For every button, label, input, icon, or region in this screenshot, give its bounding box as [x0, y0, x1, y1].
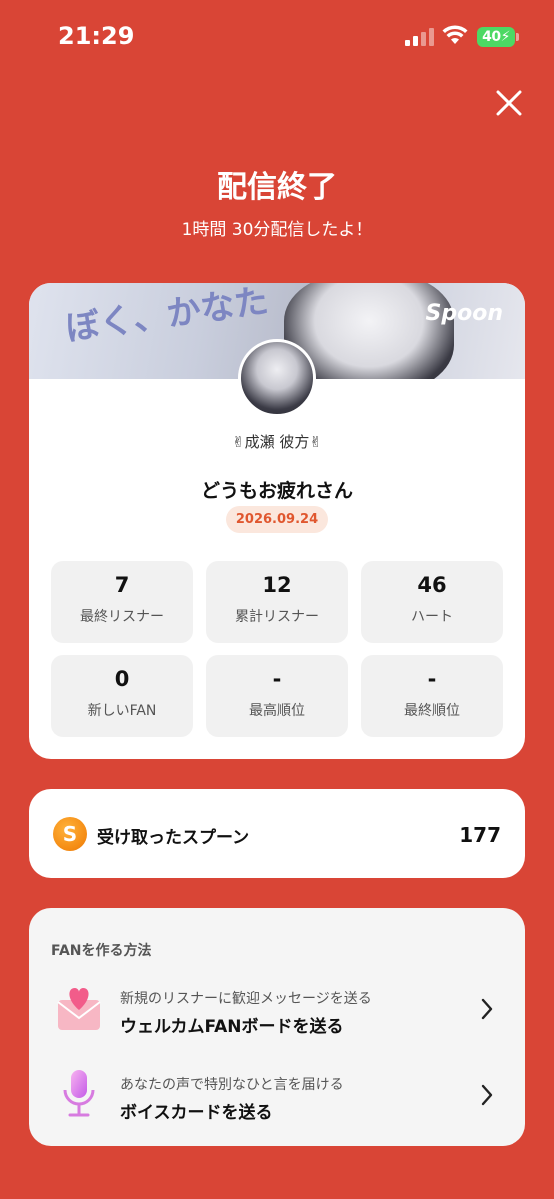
battery-nub	[516, 33, 519, 41]
date-badge: 2026.09.24	[226, 506, 328, 533]
fan-section-title: FANを作る方法	[51, 943, 152, 959]
stats-grid: 7 最終リスナー 12 累計リスナー 46 ハート 0 新しいFAN - 最高順…	[51, 561, 503, 737]
fan-item-description: あなたの声で特別なひと言を届ける	[120, 1077, 344, 1093]
spoon-logo: Spoon	[425, 301, 503, 326]
stat-label: 累計リスナー	[235, 609, 319, 625]
fan-tips-card: FANを作る方法 新規のリスナーに歓迎メッセージを送る ウェルカムFANボードを…	[29, 908, 525, 1146]
fan-item-title: ウェルカムFANボードを送る	[120, 1017, 344, 1037]
stat-value: -	[272, 667, 282, 691]
stat-value: -	[427, 667, 437, 691]
battery-icon: 40 ⚡	[477, 27, 515, 47]
status-bar: 21:29 40 ⚡	[0, 0, 554, 70]
stat-final-rank: - 最終順位	[361, 655, 503, 737]
stat-label: 最終リスナー	[80, 609, 164, 625]
stat-value: 46	[417, 573, 447, 597]
received-spoons-card[interactable]: S 受け取ったスプーン 177	[29, 789, 525, 878]
stat-final-listeners: 7 最終リスナー	[51, 561, 193, 643]
banner-text: ぼく、かなた	[63, 283, 271, 350]
spoon-count: 177	[459, 823, 501, 847]
close-icon[interactable]	[490, 84, 528, 122]
stat-best-rank: - 最高順位	[206, 655, 348, 737]
cellular-signal-icon	[405, 28, 434, 46]
avatar[interactable]	[238, 339, 316, 417]
wifi-icon	[442, 25, 468, 44]
stat-label: 最高順位	[249, 703, 305, 719]
broadcast-summary-card: ぼく、かなた Spoon ✌成瀬 彼方✌ どうもお疲れさん 2026.09.24…	[29, 283, 525, 759]
welcome-fan-board-item[interactable]: 新規のリスナーに歓迎メッセージを送る ウェルカムFANボードを送る	[29, 974, 525, 1044]
stat-new-fans: 0 新しいFAN	[51, 655, 193, 737]
envelope-heart-icon	[57, 988, 101, 1030]
fan-item-description: 新規のリスナーに歓迎メッセージを送る	[120, 991, 372, 1007]
stat-total-listeners: 12 累計リスナー	[206, 561, 348, 643]
stat-label: ハート	[411, 609, 453, 625]
live-title: どうもお疲れさん	[200, 480, 353, 502]
battery-level: 40	[482, 29, 501, 45]
stat-value: 7	[114, 573, 130, 597]
voice-card-item[interactable]: あなたの声で特別なひと言を届ける ボイスカードを送る	[29, 1060, 525, 1130]
chevron-right-icon	[481, 1084, 493, 1106]
spoon-label: 受け取ったスプーン	[97, 828, 250, 848]
spoon-coin-icon: S	[53, 817, 87, 851]
microphone-icon	[63, 1070, 95, 1117]
broadcast-duration: 1時間 30分配信したよ！	[181, 220, 373, 240]
user-name: ✌成瀬 彼方✌	[232, 433, 322, 451]
fan-item-title: ボイスカードを送る	[120, 1103, 273, 1123]
stat-label: 最終順位	[404, 703, 460, 719]
chevron-right-icon	[481, 998, 493, 1020]
stat-label: 新しいFAN	[87, 703, 157, 719]
stat-value: 12	[262, 573, 292, 597]
stat-value: 0	[114, 667, 130, 691]
status-time: 21:29	[58, 22, 135, 50]
page-title: 配信終了	[217, 170, 337, 205]
stat-hearts: 46 ハート	[361, 561, 503, 643]
